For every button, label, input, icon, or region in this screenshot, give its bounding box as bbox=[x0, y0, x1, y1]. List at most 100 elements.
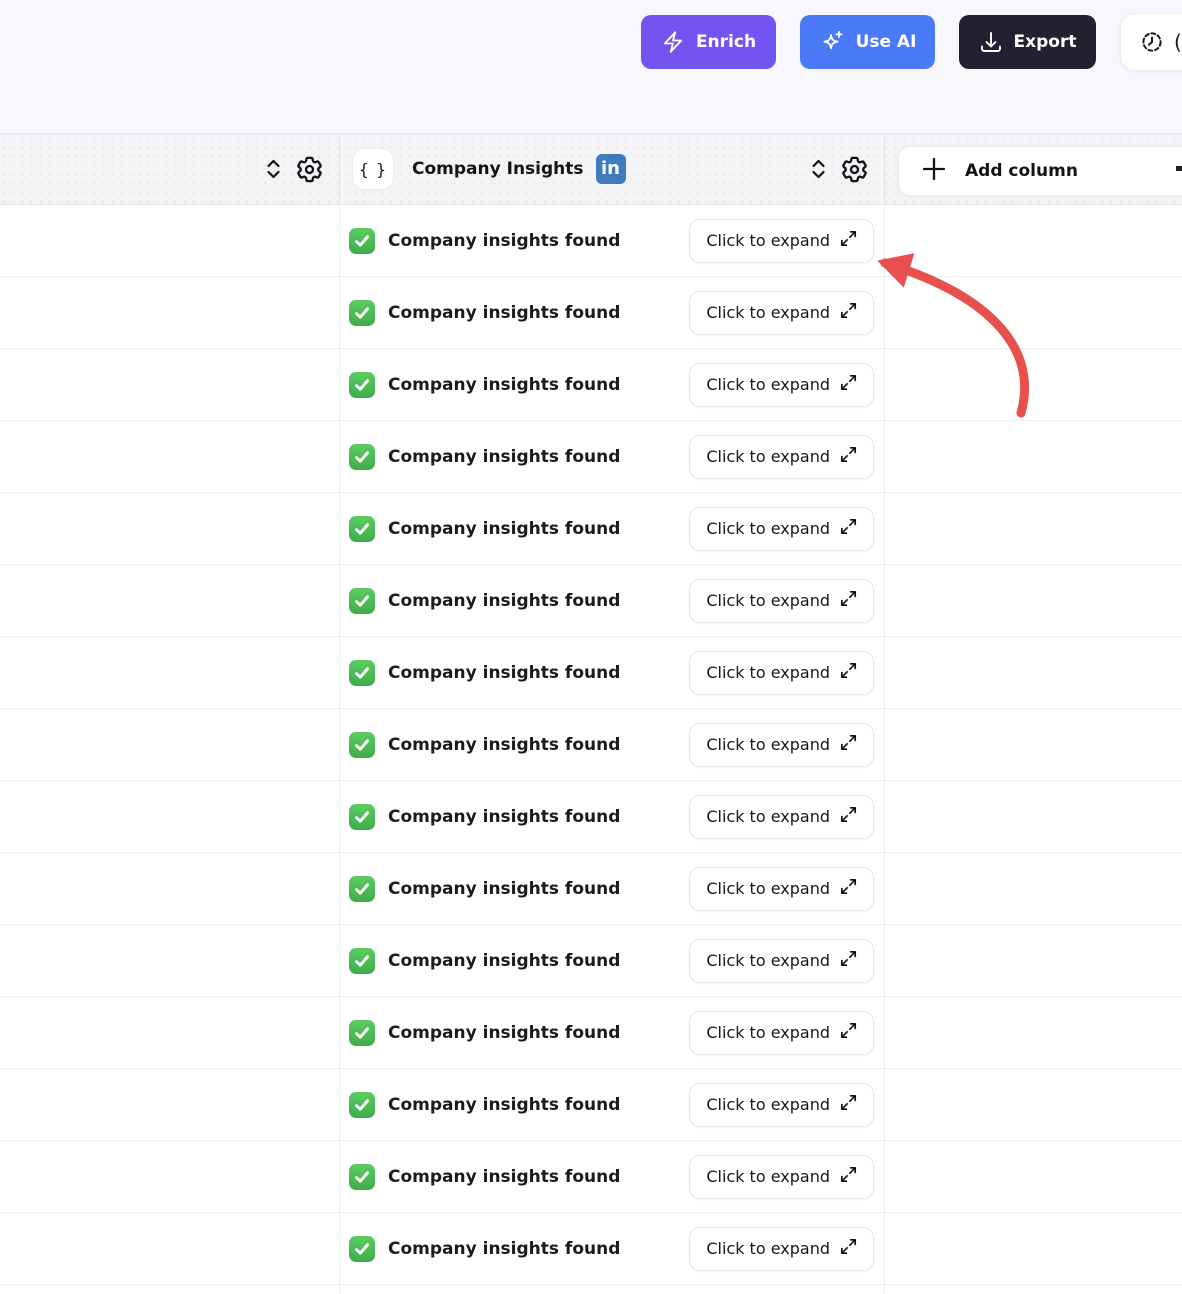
expand-button[interactable]: Click to expand bbox=[689, 290, 874, 335]
green-check-icon bbox=[349, 1019, 375, 1046]
diagonal-expand-arrows-icon bbox=[840, 518, 857, 539]
add-column-button[interactable]: Add column bbox=[898, 146, 1182, 196]
row-cell-hidden-column[interactable] bbox=[0, 349, 340, 420]
row-cell-add-column[interactable] bbox=[885, 925, 1182, 996]
row-cell-company-insights[interactable]: Company insights found Click to expand bbox=[340, 1213, 885, 1284]
row-cell-company-insights[interactable]: Company insights found Click to expand bbox=[340, 565, 885, 636]
download-tray-icon bbox=[979, 30, 1003, 54]
column-title: Company Insights bbox=[412, 159, 584, 179]
row-cell-add-column[interactable] bbox=[885, 349, 1182, 420]
row-cell-hidden-column[interactable] bbox=[0, 205, 340, 276]
diagonal-expand-arrows-icon bbox=[840, 806, 857, 827]
spreadsheet-app: Enrich Use AI Export ({} Company Insig… bbox=[0, 0, 1182, 1294]
expand-button[interactable]: Click to expand bbox=[689, 794, 874, 839]
row-cell-company-insights[interactable]: Company insights found Click to expand bbox=[340, 781, 885, 852]
table-row: Company insights found Click to expand bbox=[0, 637, 1182, 709]
expand-button[interactable]: Click to expand bbox=[689, 506, 874, 551]
expand-button[interactable]: Click to expand bbox=[689, 578, 874, 623]
row-cell-add-column[interactable] bbox=[885, 1141, 1182, 1212]
row-cell-hidden-column[interactable] bbox=[0, 637, 340, 708]
green-check-icon bbox=[349, 299, 375, 326]
expand-button[interactable]: Click to expand bbox=[689, 722, 874, 767]
row-cell-add-column[interactable] bbox=[885, 709, 1182, 780]
row-cell-company-insights[interactable]: Company insights found Click to expand bbox=[340, 709, 885, 780]
enrich-label: Enrich bbox=[695, 32, 757, 52]
add-column-label: Add column bbox=[965, 161, 1078, 181]
green-check-icon bbox=[349, 659, 375, 686]
row-cell-add-column[interactable] bbox=[885, 277, 1182, 348]
row-cell-hidden-column[interactable] bbox=[0, 1141, 340, 1212]
row-status-text: Company insights found bbox=[388, 1238, 621, 1259]
gear-icon[interactable] bbox=[839, 154, 870, 185]
sort-chevrons-icon[interactable] bbox=[811, 158, 826, 180]
row-cell-hidden-column[interactable] bbox=[0, 493, 340, 564]
expand-button[interactable]: Click to expand bbox=[689, 1154, 874, 1199]
diagonal-expand-arrows-icon bbox=[840, 1166, 857, 1187]
history-button[interactable]: ( bbox=[1120, 13, 1182, 71]
row-cell-company-insights[interactable]: Company insights found Click to expand bbox=[340, 925, 885, 996]
expand-button[interactable]: Click to expand bbox=[689, 362, 874, 407]
table-row: Company insights found Click to expand bbox=[0, 349, 1182, 421]
row-cell-company-insights[interactable]: Company insights found Click to expand bbox=[340, 637, 885, 708]
expand-button[interactable]: Click to expand bbox=[689, 1010, 874, 1055]
row-cell-hidden-column[interactable] bbox=[0, 565, 340, 636]
sort-chevrons-icon[interactable] bbox=[266, 158, 281, 180]
expand-button[interactable]: Click to expand bbox=[689, 218, 874, 263]
row-cell-add-column[interactable] bbox=[885, 565, 1182, 636]
row-cell-hidden-column[interactable] bbox=[0, 1213, 340, 1284]
row-cell-add-column[interactable] bbox=[885, 1213, 1182, 1284]
row-cell-hidden-column[interactable] bbox=[0, 277, 340, 348]
row-cell-company-insights[interactable]: Company insights found Click to expand bbox=[340, 853, 885, 924]
row-cell-add-column[interactable] bbox=[885, 853, 1182, 924]
expand-button[interactable]: Click to expand bbox=[689, 938, 874, 983]
gear-icon[interactable] bbox=[294, 154, 325, 185]
row-status-text: Company insights found bbox=[388, 446, 621, 467]
expand-button[interactable]: Click to expand bbox=[689, 1082, 874, 1127]
export-button[interactable]: Export bbox=[959, 15, 1096, 69]
row-cell-add-column[interactable] bbox=[885, 637, 1182, 708]
row-status-text: Company insights found bbox=[388, 230, 621, 251]
diagonal-expand-arrows-icon bbox=[840, 230, 857, 251]
row-cell-hidden-column[interactable] bbox=[0, 853, 340, 924]
table-row: Company insights found Click to expand bbox=[0, 853, 1182, 925]
row-cell-company-insights[interactable]: Company insights found Click to expand bbox=[340, 1069, 885, 1140]
expand-button[interactable]: Click to expand bbox=[689, 1226, 874, 1271]
table-row: Company insights found Click to expand bbox=[0, 1213, 1182, 1285]
row-cell-add-column[interactable] bbox=[885, 1069, 1182, 1140]
row-cell-add-column[interactable] bbox=[885, 493, 1182, 564]
expand-button[interactable]: Click to expand bbox=[689, 650, 874, 695]
row-cell-company-insights[interactable]: Company insights found Click to expand bbox=[340, 205, 885, 276]
expand-button-label: Click to expand bbox=[706, 375, 830, 394]
table-header-row: { } Company Insights in Add column bbox=[0, 133, 1182, 205]
diagonal-expand-arrows-icon bbox=[840, 446, 857, 467]
table-row: Company insights found Click to expand bbox=[0, 493, 1182, 565]
row-cell-company-insights[interactable] bbox=[340, 1285, 885, 1294]
expand-button[interactable]: Click to expand bbox=[689, 866, 874, 911]
row-cell-company-insights[interactable]: Company insights found Click to expand bbox=[340, 1141, 885, 1212]
row-cell-add-column[interactable] bbox=[885, 421, 1182, 492]
row-cell-hidden-column[interactable] bbox=[0, 1285, 340, 1294]
row-cell-company-insights[interactable]: Company insights found Click to expand bbox=[340, 493, 885, 564]
enrich-button[interactable]: Enrich bbox=[641, 15, 776, 69]
row-cell-add-column[interactable] bbox=[885, 205, 1182, 276]
row-cell-company-insights[interactable]: Company insights found Click to expand bbox=[340, 997, 885, 1068]
expand-button-label: Click to expand bbox=[706, 1023, 830, 1042]
expand-button[interactable]: Click to expand bbox=[689, 434, 874, 479]
row-cell-add-column[interactable] bbox=[885, 1285, 1182, 1294]
expand-button-label: Click to expand bbox=[706, 231, 830, 250]
table-row: Company insights found Click to expand bbox=[0, 1141, 1182, 1213]
row-cell-company-insights[interactable]: Company insights found Click to expand bbox=[340, 277, 885, 348]
table-row: Company insights found Click to expand bbox=[0, 565, 1182, 637]
row-cell-hidden-column[interactable] bbox=[0, 925, 340, 996]
row-cell-hidden-column[interactable] bbox=[0, 781, 340, 852]
row-cell-company-insights[interactable]: Company insights found Click to expand bbox=[340, 349, 885, 420]
use-ai-button[interactable]: Use AI bbox=[800, 15, 935, 69]
row-cell-hidden-column[interactable] bbox=[0, 997, 340, 1068]
row-cell-hidden-column[interactable] bbox=[0, 1069, 340, 1140]
row-cell-company-insights[interactable]: Company insights found Click to expand bbox=[340, 421, 885, 492]
row-cell-hidden-column[interactable] bbox=[0, 421, 340, 492]
row-cell-add-column[interactable] bbox=[885, 997, 1182, 1068]
row-cell-hidden-column[interactable] bbox=[0, 709, 340, 780]
green-check-icon bbox=[349, 875, 375, 902]
row-cell-add-column[interactable] bbox=[885, 781, 1182, 852]
